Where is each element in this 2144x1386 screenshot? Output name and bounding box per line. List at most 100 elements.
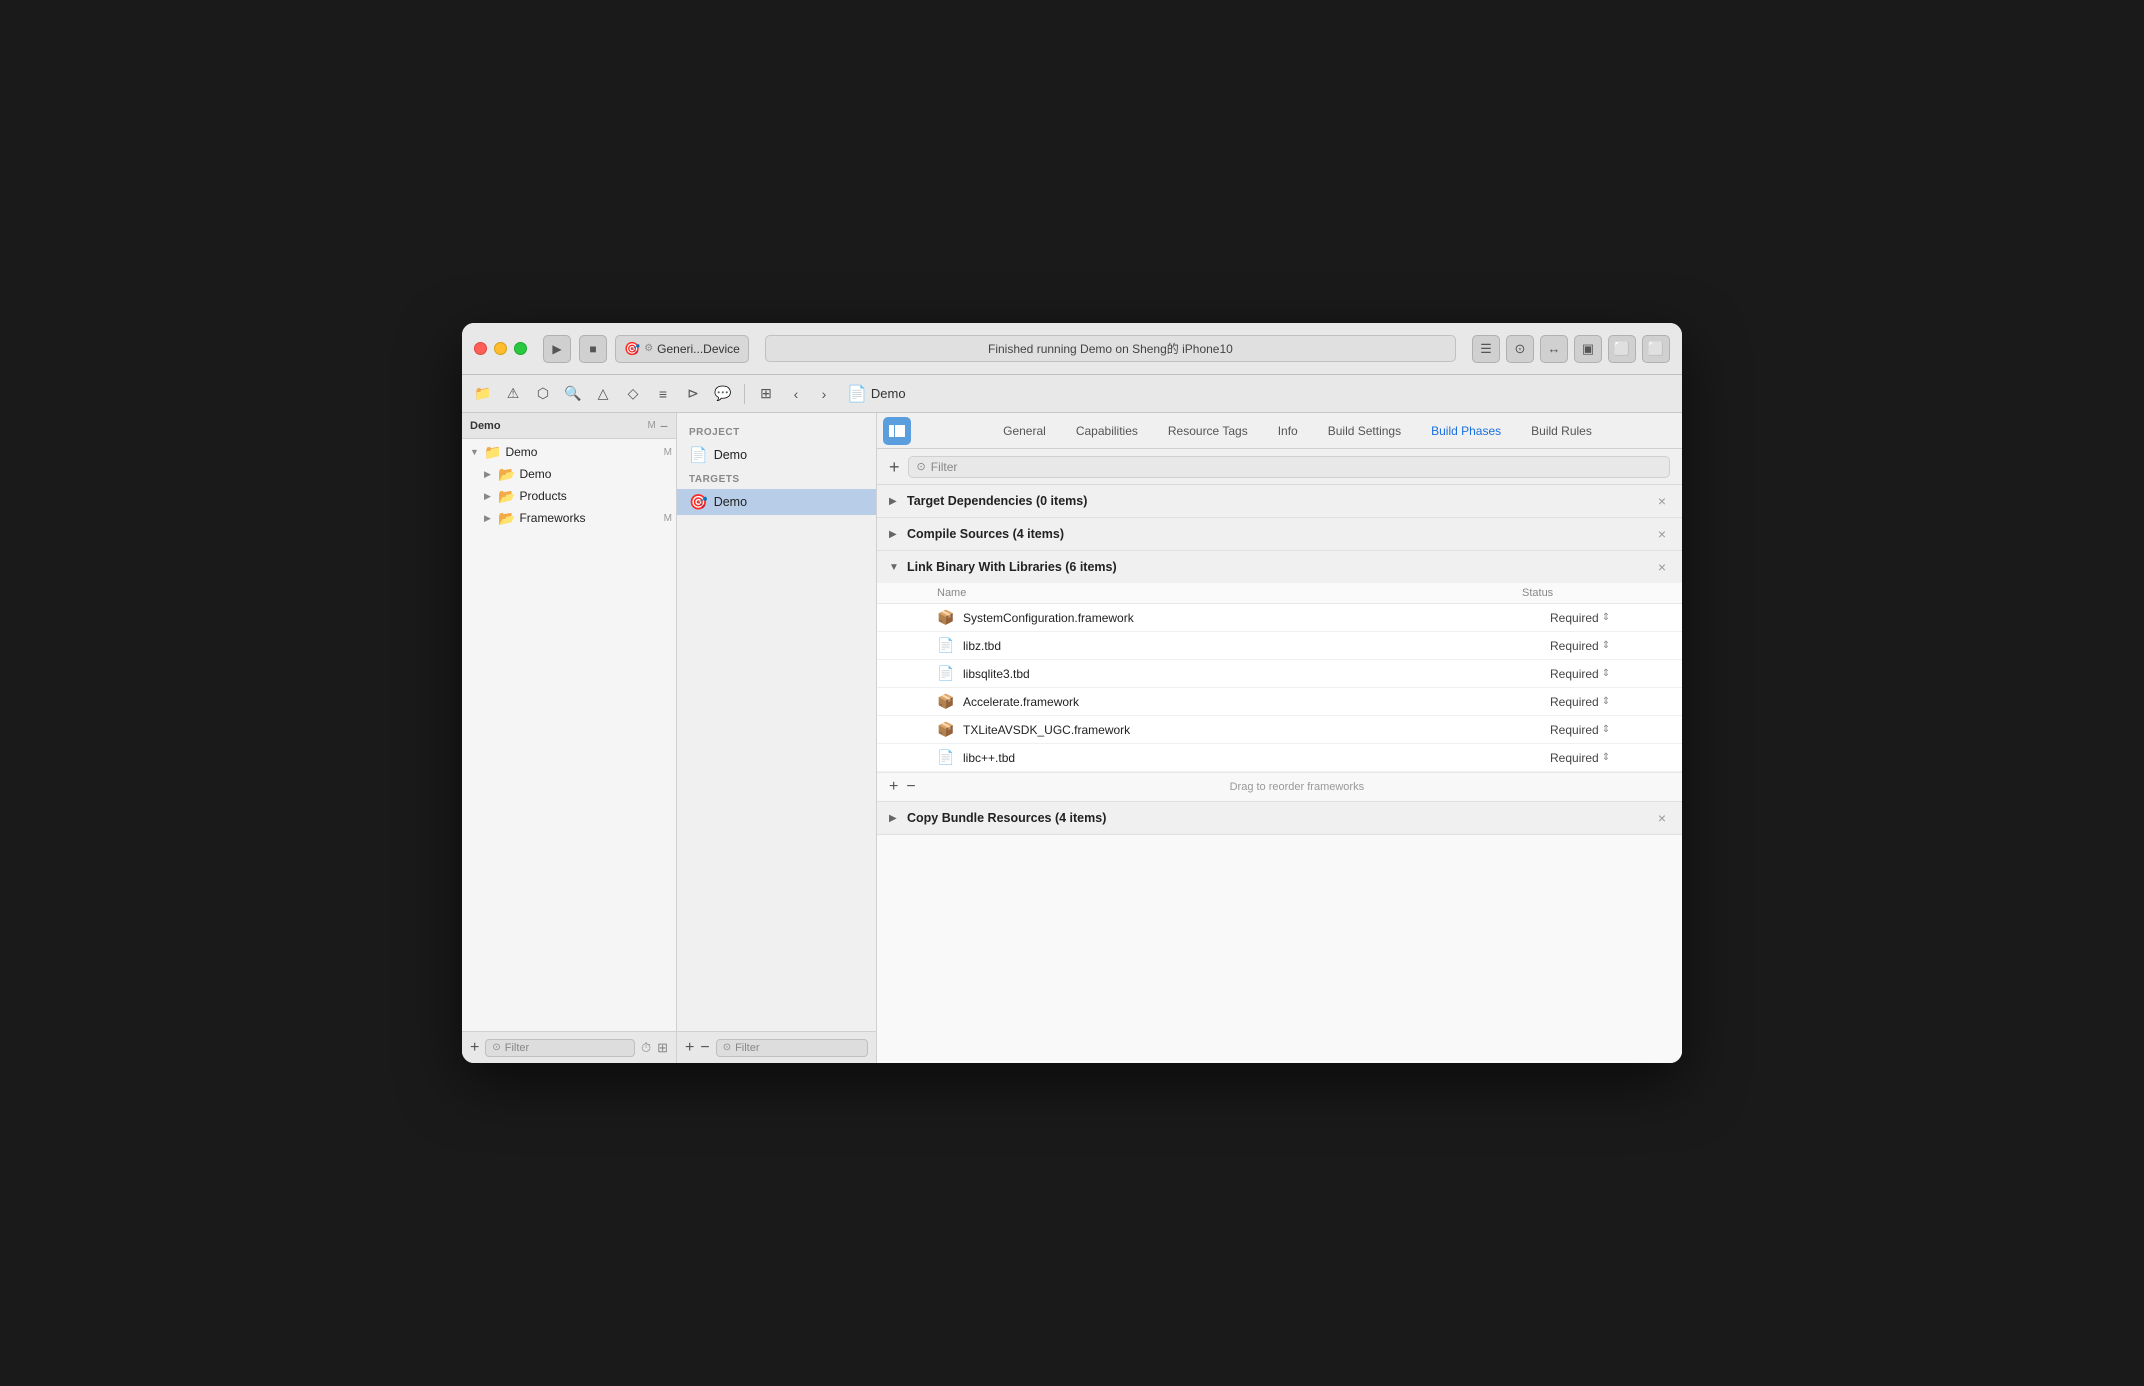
phase-close-cbr[interactable]: × [1654,810,1670,826]
main-content: Demo M − ▼ 📁 Demo M ▶ 📂 Demo [462,413,1682,1063]
scheme-selector[interactable]: 🎯 ⚙ Generi...Device [615,335,749,363]
table-header: Name Status [877,583,1682,604]
tab-resource-tags[interactable]: Resource Tags [1154,420,1262,442]
project-icon: 📄 [689,446,708,464]
xcode-window: ▶ ■ 🎯 ⚙ Generi...Device Finished running… [462,323,1682,1063]
tree-item-products[interactable]: ▶ 📂 Products [462,485,676,507]
tree-badge-m: M [664,447,672,458]
file-nav-filter[interactable]: ⊙ Filter [485,1039,635,1057]
tab-capabilities[interactable]: Capabilities [1062,420,1152,442]
breadcrumb: 📄 Demo [847,384,906,404]
bookmark-icon[interactable]: ⊳ [680,381,706,407]
view-utilities-button[interactable]: ⬜ [1642,335,1670,363]
target-add-button[interactable]: + [685,1040,694,1056]
filter-icon: ⊙ [492,1042,500,1053]
phase-compile-sources-header[interactable]: ▶ Compile Sources (4 items) × [877,518,1682,550]
phase-title-cs: Compile Sources (4 items) [907,527,1654,541]
search-icon[interactable]: 🔍 [560,381,586,407]
row-status-0: Required ⇕ [1550,611,1670,625]
status-stepper-5[interactable]: ⇕ [1602,752,1610,763]
forward-button[interactable]: › [811,381,837,407]
tab-build-settings[interactable]: Build Settings [1314,420,1415,442]
chat-icon[interactable]: 💬 [710,381,736,407]
table-remove-button[interactable]: − [906,779,915,795]
tab-general[interactable]: General [989,420,1060,442]
project-filter[interactable]: ⊙ Filter [716,1039,868,1057]
phase-arrow-lb: ▼ [889,562,901,573]
editor-assistant-button[interactable]: ⊙ [1506,335,1534,363]
tree-item-demo-root[interactable]: ▼ 📁 Demo M [462,441,676,463]
tab-build-phases[interactable]: Build Phases [1417,420,1515,442]
phase-target-dependencies-header[interactable]: ▶ Target Dependencies (0 items) × [877,485,1682,517]
phase-target-dependencies: ▶ Target Dependencies (0 items) × [877,485,1682,518]
table-row[interactable]: 📦 Accelerate.framework Required ⇕ [877,688,1682,716]
framework-icon: 📦 [937,609,955,626]
tree-item-demo-child[interactable]: ▶ 📂 Demo [462,463,676,485]
status-stepper-3[interactable]: ⇕ [1602,696,1610,707]
phase-link-binary-header[interactable]: ▼ Link Binary With Libraries (6 items) × [877,551,1682,583]
editor-version-button[interactable]: ↔ [1540,335,1568,363]
doc-icon: 📄 [937,665,955,682]
target-remove-button[interactable]: − [700,1040,709,1056]
status-stepper-4[interactable]: ⇕ [1602,724,1610,735]
row-status-3: Required ⇕ [1550,695,1670,709]
phase-title-td: Target Dependencies (0 items) [907,494,1654,508]
tree-item-frameworks[interactable]: ▶ 📂 Frameworks M [462,507,676,529]
target-item-demo[interactable]: 🎯 Demo [677,489,876,515]
status-stepper-0[interactable]: ⇕ [1602,612,1610,623]
status-stepper-2[interactable]: ⇕ [1602,668,1610,679]
status-bar: Finished running Demo on Sheng的 iPhone10 [765,335,1456,362]
nav-arrows: ‹ › [783,381,837,407]
close-button[interactable] [474,342,487,355]
run-button[interactable]: ▶ [543,335,571,363]
file-nav-grid-icon[interactable]: ⊞ [657,1040,668,1056]
table-footer: + − Drag to reorder frameworks [877,772,1682,801]
test-icon[interactable]: ◇ [620,381,646,407]
row-name-5: libc++.tbd [963,751,1550,765]
folder-icon[interactable]: 📁 [470,381,496,407]
grid-icon[interactable]: ⊞ [753,381,779,407]
build-filter-input[interactable]: ⊙ Filter [908,456,1670,478]
phase-close-td[interactable]: × [1654,493,1670,509]
tab-panel-button[interactable] [883,417,911,445]
maximize-button[interactable] [514,342,527,355]
phase-add-button[interactable]: + [889,458,900,476]
table-row[interactable]: 📦 TXLiteAVSDK_UGC.framework Required ⇕ [877,716,1682,744]
phase-close-lb[interactable]: × [1654,559,1670,575]
file-nav-add-button[interactable]: + [470,1040,479,1056]
project-panel: PROJECT 📄 Demo TARGETS 🎯 Demo + − ⊙ Filt… [677,413,877,1063]
minimize-button[interactable] [494,342,507,355]
stop-button[interactable]: ■ [579,335,607,363]
tab-info[interactable]: Info [1264,420,1312,442]
project-item-demo[interactable]: 📄 Demo [677,442,876,468]
back-button[interactable]: ‹ [783,381,809,407]
issue-icon[interactable]: △ [590,381,616,407]
table-row[interactable]: 📄 libz.tbd Required ⇕ [877,632,1682,660]
tab-bar-left [879,417,915,445]
view-debug-button[interactable]: ⬜ [1608,335,1636,363]
breakpoint-icon[interactable]: ⬡ [530,381,556,407]
editor-standard-button[interactable]: ☰ [1472,335,1500,363]
table-row[interactable]: 📄 libc++.tbd Required ⇕ [877,744,1682,772]
list-icon[interactable]: ≡ [650,381,676,407]
table-add-button[interactable]: + [889,779,898,795]
tree-arrow-frameworks: ▶ [484,513,498,524]
phase-close-cs[interactable]: × [1654,526,1670,542]
status-stepper-1[interactable]: ⇕ [1602,640,1610,651]
col-status: Status [1522,587,1642,599]
tab-build-rules[interactable]: Build Rules [1517,420,1606,442]
warning-icon[interactable]: ⚠ [500,381,526,407]
project-filter-icon: ⊙ [723,1042,731,1053]
phase-copy-bundle-resources-header[interactable]: ▶ Copy Bundle Resources (4 items) × [877,802,1682,834]
table-row[interactable]: 📦 SystemConfiguration.framework Required… [877,604,1682,632]
table-row[interactable]: 📄 libsqlite3.tbd Required ⇕ [877,660,1682,688]
project-panel-content: PROJECT 📄 Demo TARGETS 🎯 Demo [677,413,876,1031]
row-status-4: Required ⇕ [1550,723,1670,737]
file-nav-minus[interactable]: − [660,418,668,434]
file-nav-clock-icon[interactable]: ⏱ [641,1040,651,1056]
view-navigator-button[interactable]: ▣ [1574,335,1602,363]
toolbar-separator [744,384,745,404]
phase-title-lb: Link Binary With Libraries (6 items) [907,560,1654,574]
row-status-2: Required ⇕ [1550,667,1670,681]
phase-link-binary: ▼ Link Binary With Libraries (6 items) ×… [877,551,1682,802]
